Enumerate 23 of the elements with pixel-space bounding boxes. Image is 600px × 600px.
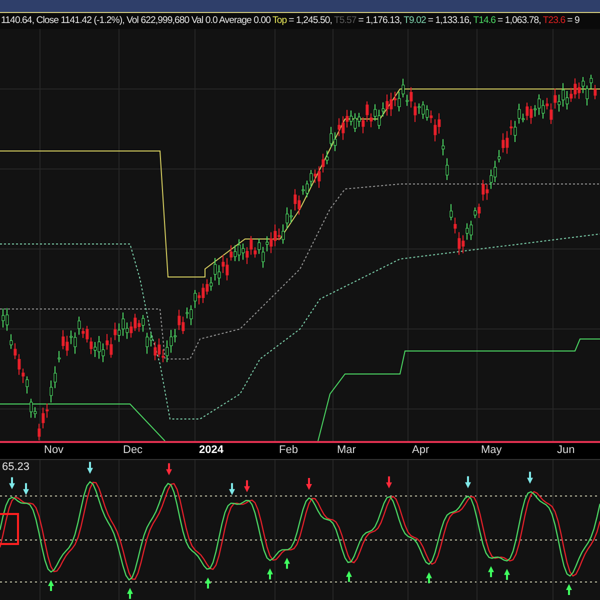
highlight-frame bbox=[0, 513, 19, 545]
axis-label: Mar bbox=[337, 443, 356, 458]
axis-label: Dec bbox=[123, 443, 143, 458]
quote-text: 1140.64, Close 1141.42 (-1.2%), Vol 622,999,680 Val 0.0 Average 0.00 bbox=[1, 15, 271, 26]
level-label: T14.6 bbox=[473, 15, 496, 26]
axis-label: Feb bbox=[279, 443, 298, 458]
axis-label: Nov bbox=[44, 443, 64, 458]
level-label: T5.57 bbox=[334, 15, 356, 26]
level-value: = 1,133.16, bbox=[428, 15, 472, 26]
oscillator-reading: 65.23 bbox=[2, 461, 30, 473]
level-label: Top bbox=[272, 15, 287, 26]
level-value: = 1,063.78, bbox=[498, 15, 541, 26]
level-value: = 1,245.50, bbox=[288, 15, 332, 26]
axis-label: Jun bbox=[557, 443, 575, 458]
axis-label: Apr bbox=[412, 443, 430, 458]
candlestick bbox=[442, 138, 445, 156]
level-label: T23.6 bbox=[542, 15, 566, 26]
level-value: = 9 bbox=[567, 15, 580, 26]
axis-label: 2024 bbox=[199, 443, 224, 458]
level-label: T9.02 bbox=[404, 15, 426, 26]
level-value: = 1,176.13, bbox=[358, 15, 402, 26]
candlestick bbox=[446, 158, 449, 180]
axis-label: May bbox=[481, 443, 502, 458]
